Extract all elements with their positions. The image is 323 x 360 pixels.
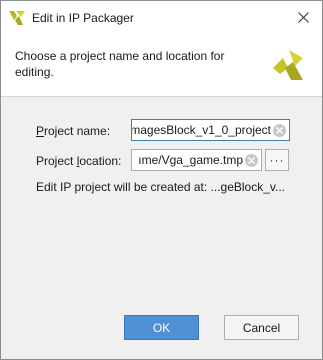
- cancel-button[interactable]: Cancel: [224, 315, 299, 340]
- vivado-logo-icon: [271, 48, 305, 82]
- clear-icon[interactable]: [273, 124, 286, 137]
- project-name-input[interactable]: magesBlock_v1_0_project: [131, 119, 290, 141]
- project-location-value: ıme/Vga_game.tmp: [138, 153, 243, 167]
- vivado-app-icon: [9, 11, 25, 25]
- ok-button[interactable]: OK: [124, 315, 199, 340]
- clear-icon[interactable]: [245, 154, 258, 167]
- dialog-header: Choose a project name and location for e…: [1, 34, 322, 97]
- edit-in-ip-packager-dialog: Edit in IP Packager Choose a project nam…: [0, 0, 323, 360]
- header-description: Choose a project name and location for e…: [15, 49, 225, 79]
- project-name-label: Project name:: [36, 124, 111, 138]
- title-bar: Edit in IP Packager: [1, 1, 322, 34]
- project-name-value: magesBlock_v1_0_project: [131, 123, 271, 137]
- close-icon: [297, 11, 309, 23]
- project-location-input[interactable]: ıme/Vga_game.tmp: [131, 149, 262, 171]
- window-title: Edit in IP Packager: [32, 11, 134, 25]
- project-location-label: Project location:: [36, 154, 122, 168]
- browse-button[interactable]: ···: [265, 149, 289, 171]
- close-button[interactable]: [290, 5, 316, 29]
- project-path-info: Edit IP project will be created at: ...g…: [36, 180, 286, 194]
